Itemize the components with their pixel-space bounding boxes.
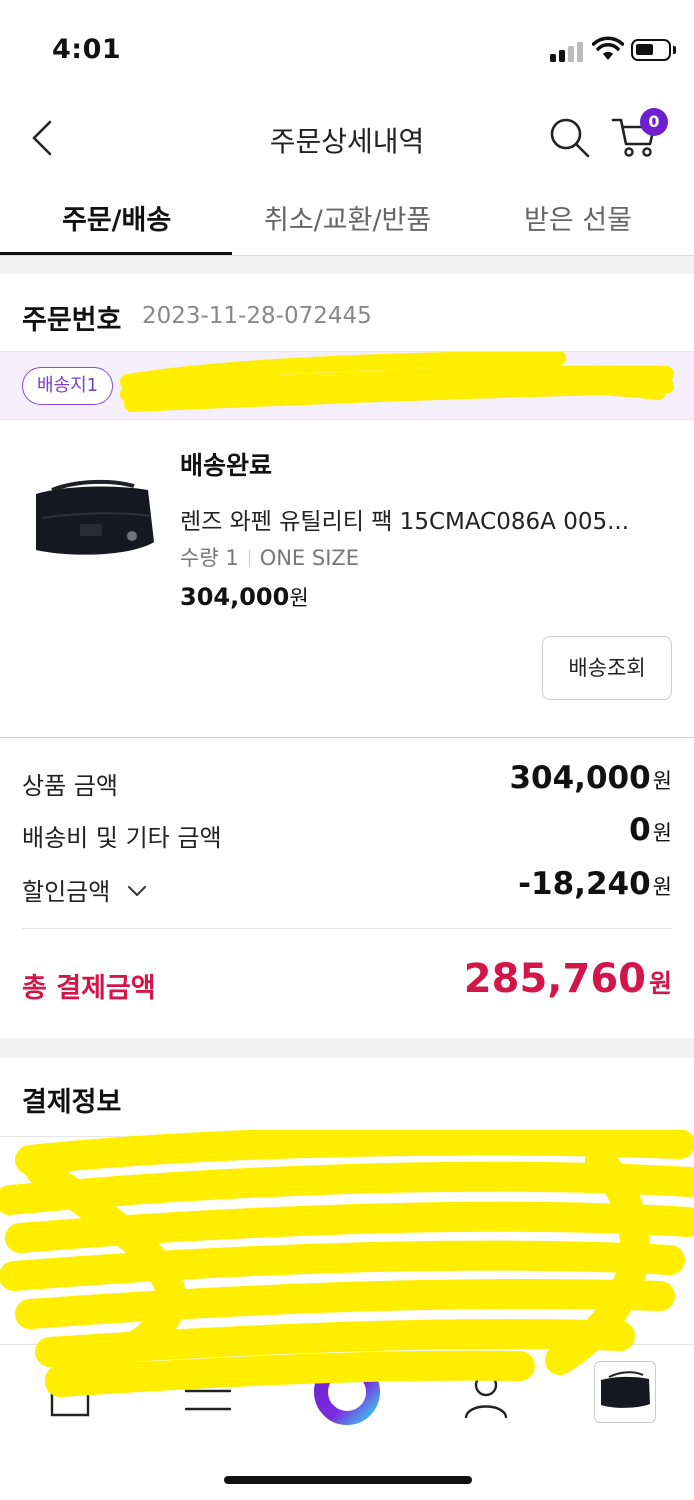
option-divider (248, 549, 250, 567)
total-payment-value: 285,760 원 (463, 956, 672, 1002)
product-price-value: 304,000 (180, 583, 290, 611)
battery-icon (631, 39, 676, 61)
order-number-label: 주문번호 (22, 305, 122, 336)
product-name[interactable]: 렌즈 와펜 유틸리티 팩 15CMAC086A 005... (180, 502, 670, 536)
product-amount-value: 304,000원 (509, 760, 672, 796)
tab-order-delivery[interactable]: 주문/배송 (62, 198, 171, 237)
discount-toggle[interactable]: 할인금액 (22, 872, 148, 907)
cart-count-badge: 0 (640, 108, 668, 136)
product-size: ONE SIZE (259, 546, 360, 570)
product-price: 304,000원 (180, 582, 309, 612)
payment-summary: 상품 금액 304,000원 배송비 및 기타 금액 0원 할인금액 -18,2… (0, 740, 694, 1038)
chevron-down-icon (127, 886, 146, 896)
product-card: 배송완료 렌즈 와펜 유틸리티 팩 15CMAC086A 005... 수량 1… (0, 420, 694, 738)
order-number-row: 주문번호 2023-11-28-072445 (0, 274, 694, 352)
discount-label: 할인금액 (22, 878, 111, 906)
active-tab-indicator (0, 252, 232, 255)
shipping-fee-value: 0원 (629, 812, 672, 848)
home-indicator (224, 1476, 472, 1484)
total-payment-label: 총 결제금액 (22, 973, 156, 1004)
app-header: 주문상세내역 (0, 100, 694, 178)
product-amount-label: 상품 금액 (22, 772, 118, 800)
destination-badge: 배송지1 (22, 367, 114, 405)
payment-info-title: 결제정보 (22, 1087, 122, 1118)
search-icon[interactable] (546, 114, 594, 162)
product-options: 수량 1 ONE SIZE (180, 542, 359, 572)
track-delivery-button[interactable]: 배송조회 (542, 636, 672, 700)
wifi-icon (592, 36, 624, 60)
redaction-scribble (120, 352, 674, 412)
discount-value: -18,240원 (518, 866, 672, 902)
delivery-status: 배송완료 (180, 451, 273, 480)
status-time: 4:01 (52, 34, 122, 65)
summary-divider (22, 928, 672, 929)
shipping-fee-label: 배송비 및 기타 금액 (22, 824, 222, 852)
status-bar: 4:01 (0, 0, 694, 100)
product-price-unit: 원 (289, 586, 309, 610)
cellular-signal-icon (550, 40, 584, 62)
order-tabs: 주문/배송 취소/교환/반품 받은 선물 (0, 178, 694, 256)
order-number-value: 2023-11-28-072445 (142, 303, 372, 329)
redaction-scribble (0, 1130, 694, 1397)
section-gap (0, 256, 694, 274)
product-thumbnail[interactable] (22, 472, 158, 578)
tab-cancel-exchange-return[interactable]: 취소/교환/반품 (264, 198, 431, 237)
product-quantity: 수량 1 (180, 546, 239, 570)
tab-received-gifts[interactable]: 받은 선물 (524, 198, 632, 237)
section-gap (0, 1038, 694, 1058)
